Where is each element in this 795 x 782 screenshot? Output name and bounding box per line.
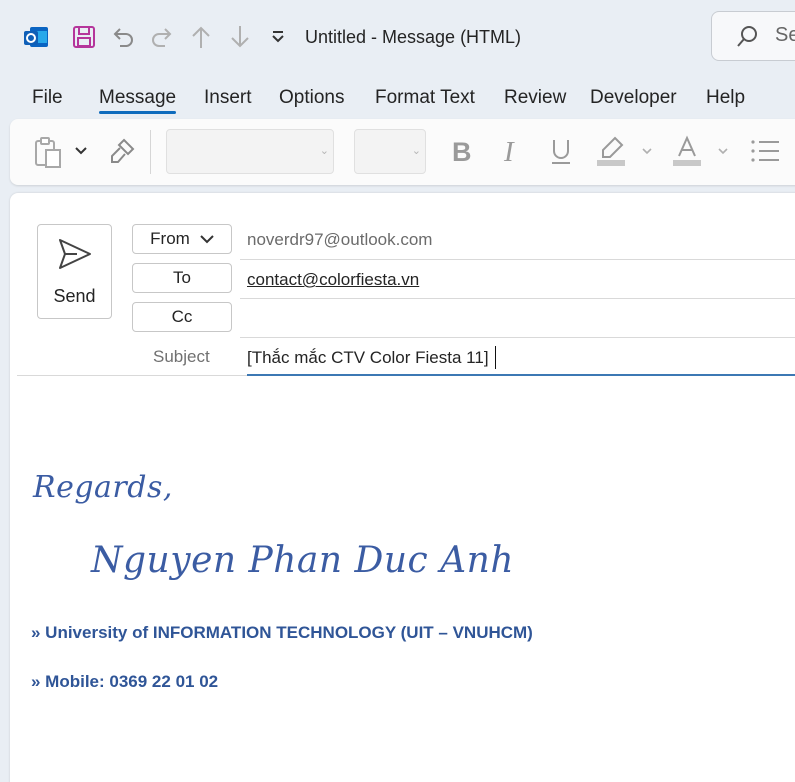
send-button[interactable]: Send — [37, 224, 112, 319]
tab-review[interactable]: Review — [504, 87, 566, 109]
svg-text:B: B — [452, 137, 472, 165]
tab-format-text[interactable]: Format Text — [375, 87, 475, 109]
ribbon-separator — [150, 130, 151, 174]
signature-regards: Regards, — [33, 470, 173, 505]
divider — [240, 259, 795, 260]
bullets-icon[interactable] — [748, 134, 782, 168]
customize-toolbar-icon[interactable] — [264, 22, 292, 52]
tab-options[interactable]: Options — [279, 87, 344, 109]
font-size-select[interactable]: ⌄ — [354, 129, 426, 174]
chevron-down-icon: ⌄ — [319, 145, 329, 157]
next-item-icon[interactable] — [226, 22, 254, 52]
signature-mobile: » Mobile: 0369 22 01 02 — [31, 672, 219, 691]
subject-field[interactable]: [Thắc mắc CTV Color Fiesta 11] — [247, 348, 489, 368]
title-bar: Untitled - Message (HTML) Se — [0, 0, 795, 76]
from-button[interactable]: From — [132, 224, 232, 254]
cc-button[interactable]: Cc — [132, 302, 232, 332]
send-label: Send — [53, 286, 96, 306]
search-placeholder: Se — [775, 24, 795, 46]
font-color-icon[interactable] — [670, 133, 704, 169]
paste-icon[interactable] — [30, 134, 66, 170]
outlook-logo-icon — [22, 22, 50, 52]
bold-icon[interactable]: B — [446, 134, 476, 168]
to-label: To — [173, 268, 191, 287]
svg-text:I: I — [503, 137, 515, 165]
send-icon — [56, 235, 94, 273]
tab-insert[interactable]: Insert — [204, 87, 252, 109]
redo-icon[interactable] — [148, 22, 176, 52]
to-button[interactable]: To — [132, 263, 232, 293]
tab-file[interactable]: File — [32, 87, 63, 109]
divider — [240, 298, 795, 299]
cc-label: Cc — [171, 307, 193, 326]
chevron-down-icon — [200, 234, 214, 243]
tab-message[interactable]: Message — [99, 87, 177, 114]
save-icon[interactable] — [70, 22, 98, 52]
undo-icon[interactable] — [109, 22, 137, 52]
from-field[interactable]: noverdr97@outlook.com — [247, 230, 432, 250]
previous-item-icon[interactable] — [187, 22, 215, 52]
signature-name: Nguyen Phan Duc Anh — [91, 540, 515, 581]
to-field[interactable]: contact@colorfiesta.vn — [247, 270, 419, 290]
text-cursor — [495, 346, 496, 369]
chevron-down-icon[interactable] — [72, 142, 90, 160]
menu-bar: File Message Insert Options Format Text … — [0, 84, 795, 116]
tab-developer[interactable]: Developer — [590, 87, 677, 109]
divider — [240, 337, 795, 338]
chevron-down-icon[interactable] — [640, 143, 654, 159]
tab-help[interactable]: Help — [706, 87, 745, 109]
font-name-select[interactable]: ⌄ — [166, 129, 334, 174]
cc-field[interactable] — [247, 309, 787, 331]
search-icon[interactable] — [734, 24, 760, 50]
subject-focus-underline — [247, 374, 795, 376]
subject-label: Subject — [153, 347, 210, 366]
format-painter-icon[interactable] — [106, 134, 138, 168]
signature-university: » University of INFORMATION TECHNOLOGY (… — [31, 623, 533, 642]
chevron-down-icon: ⌄ — [411, 145, 421, 157]
underline-icon[interactable] — [546, 134, 576, 168]
window-title: Untitled - Message (HTML) — [305, 27, 522, 47]
italic-icon[interactable]: I — [496, 134, 526, 168]
chevron-down-icon[interactable] — [716, 143, 730, 159]
highlight-icon[interactable] — [594, 133, 628, 169]
from-label: From — [150, 229, 190, 248]
